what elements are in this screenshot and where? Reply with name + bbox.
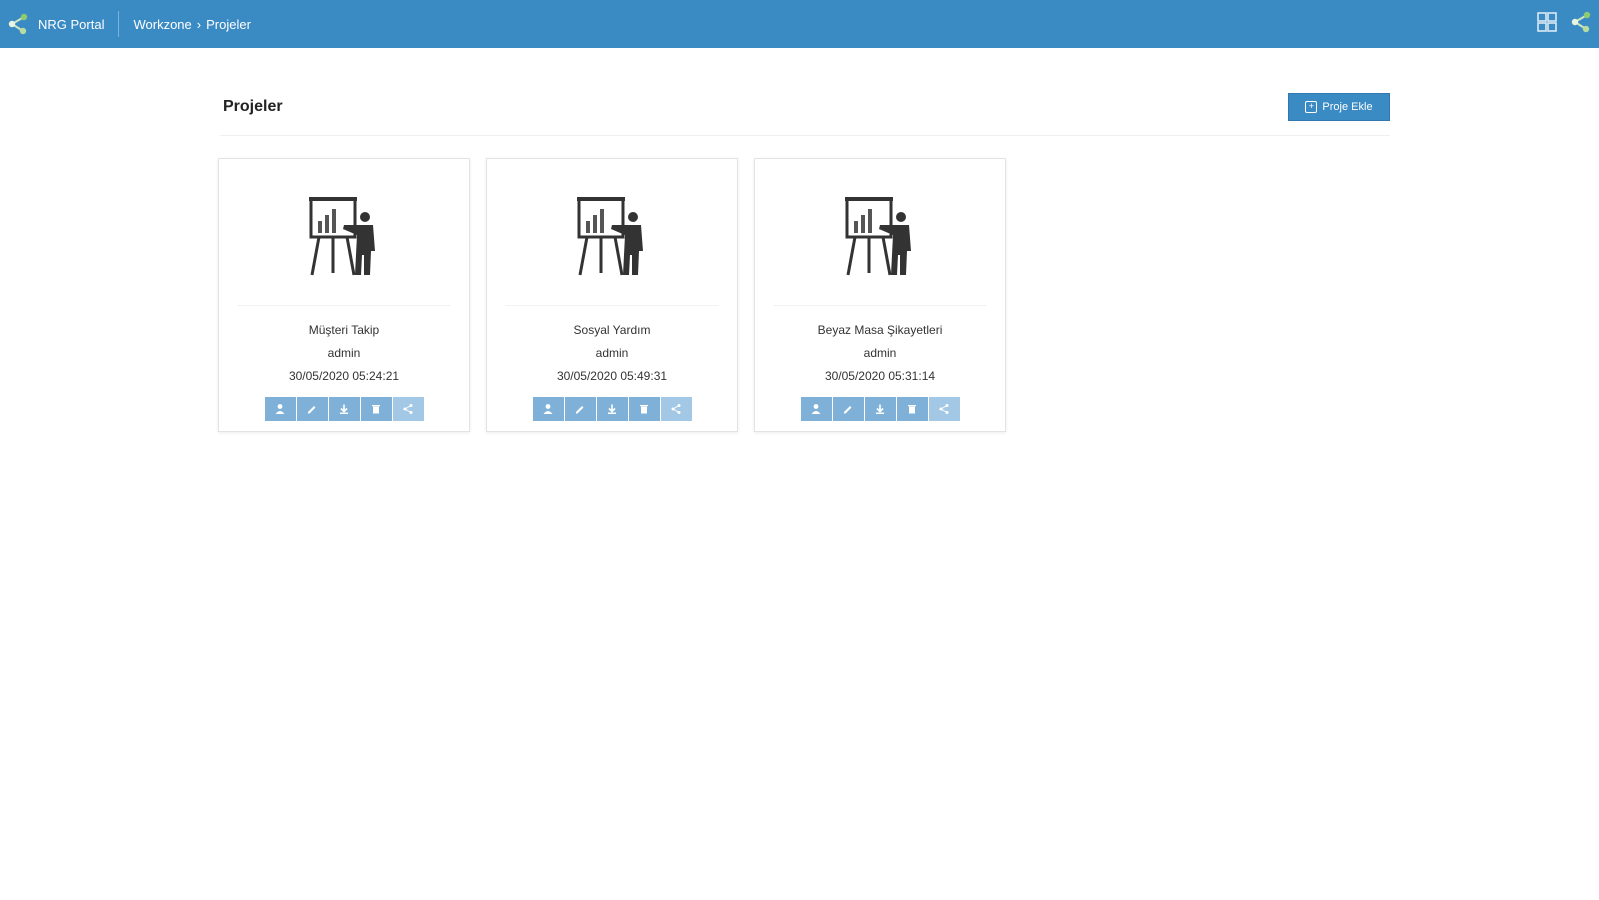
- download-icon: [608, 404, 616, 414]
- user-button[interactable]: [800, 397, 832, 421]
- trash-icon: [640, 405, 648, 414]
- download-button[interactable]: [864, 397, 896, 421]
- edit-icon: [844, 406, 852, 414]
- card-divider: [237, 305, 451, 306]
- card-info: Müşteri Takip admin 30/05/2020 05:24:21: [219, 319, 469, 388]
- card-info: Beyaz Masa Şikayetleri admin 30/05/2020 …: [755, 319, 1005, 388]
- share-button[interactable]: [392, 397, 424, 421]
- edit-button[interactable]: [832, 397, 864, 421]
- share-button[interactable]: [660, 397, 692, 421]
- share-icon: [403, 404, 413, 414]
- project-date: 30/05/2020 05:49:31: [556, 369, 668, 383]
- header-divider: [220, 135, 1390, 136]
- project-card[interactable]: Beyaz Masa Şikayetleri admin 30/05/2020 …: [754, 158, 1006, 432]
- page-title: Projeler: [223, 98, 283, 115]
- user-button[interactable]: [532, 397, 564, 421]
- card-actions: [755, 397, 1005, 421]
- project-card-list: Müşteri Takip admin 30/05/2020 05:24:21: [218, 158, 1006, 432]
- share-icon: [671, 404, 681, 414]
- breadcrumb-separator: ›: [196, 16, 202, 32]
- user-icon: [543, 404, 553, 414]
- card-info: Sosyal Yardım admin 30/05/2020 05:49:31: [487, 319, 737, 388]
- project-card[interactable]: Müşteri Takip admin 30/05/2020 05:24:21: [218, 158, 470, 432]
- project-name: Beyaz Masa Şikayetleri: [817, 323, 943, 337]
- project-date: 30/05/2020 05:31:14: [824, 369, 936, 383]
- project-card[interactable]: Sosyal Yardım admin 30/05/2020 05:49:31: [486, 158, 738, 432]
- breadcrumb-item-workzone[interactable]: Workzone: [133, 17, 191, 32]
- delete-button[interactable]: [360, 397, 392, 421]
- card-actions: [487, 397, 737, 421]
- download-button[interactable]: [328, 397, 360, 421]
- edit-button[interactable]: [564, 397, 596, 421]
- download-icon: [340, 404, 348, 414]
- grid-icon[interactable]: [1535, 10, 1559, 34]
- presentation-board-icon: [575, 195, 651, 279]
- presentation-board-icon: [843, 195, 919, 279]
- project-owner: admin: [327, 346, 361, 360]
- user-icon: [811, 404, 821, 414]
- project-date: 30/05/2020 05:24:21: [288, 369, 400, 383]
- app-name: NRG Portal: [38, 16, 105, 32]
- edit-icon: [576, 406, 584, 414]
- brand[interactable]: NRG Portal: [0, 11, 120, 37]
- card-actions: [219, 397, 469, 421]
- delete-button[interactable]: [896, 397, 928, 421]
- card-divider: [773, 305, 987, 306]
- edit-button[interactable]: [296, 397, 328, 421]
- add-project-button[interactable]: + Proje Ekle: [1288, 93, 1390, 121]
- share-icon: [939, 404, 949, 414]
- share-button[interactable]: [928, 397, 960, 421]
- download-icon: [876, 404, 884, 414]
- breadcrumb-item-projeler[interactable]: Projeler: [206, 17, 251, 32]
- share-nodes-icon[interactable]: [1569, 10, 1593, 34]
- project-name: Müşteri Takip: [308, 323, 380, 337]
- plus-square-icon: +: [1305, 101, 1318, 113]
- header-actions: [1535, 10, 1593, 34]
- project-owner: admin: [863, 346, 897, 360]
- download-button[interactable]: [596, 397, 628, 421]
- top-navbar: NRG Portal Workzone › Projeler: [0, 0, 1599, 48]
- presentation-board-icon: [307, 195, 383, 279]
- share-nodes-icon: [6, 12, 30, 36]
- project-owner: admin: [595, 346, 629, 360]
- project-name: Sosyal Yardım: [573, 323, 651, 337]
- edit-icon: [308, 406, 316, 414]
- main-content: Projeler + Proje Ekle Müşteri Takip admi…: [0, 48, 1599, 900]
- add-project-label: Proje Ekle: [1322, 101, 1373, 113]
- user-icon: [275, 404, 285, 414]
- trash-icon: [908, 405, 916, 414]
- card-divider: [505, 305, 719, 306]
- user-button[interactable]: [264, 397, 296, 421]
- delete-button[interactable]: [628, 397, 660, 421]
- trash-icon: [372, 405, 380, 414]
- breadcrumb: Workzone › Projeler: [133, 17, 250, 32]
